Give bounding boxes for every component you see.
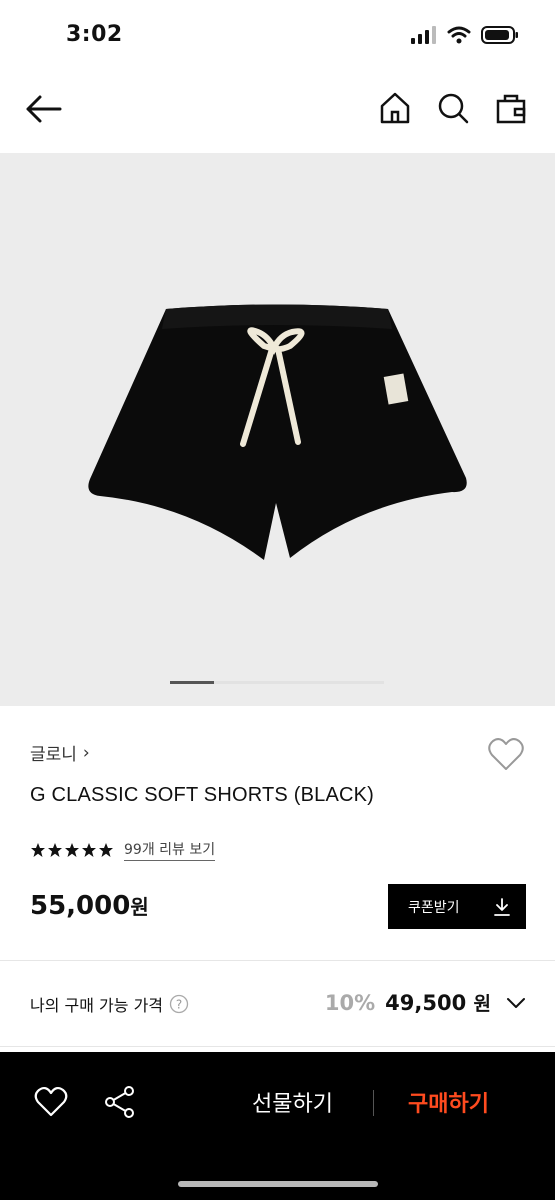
bottom-wishlist-button[interactable]	[34, 1086, 68, 1118]
bottom-action-bar: 선물하기 구매하기	[0, 1052, 555, 1200]
coupon-button[interactable]: 쿠폰받기	[388, 884, 526, 929]
heart-icon	[488, 738, 524, 770]
battery-icon	[481, 26, 518, 44]
divider	[0, 960, 555, 961]
download-icon	[494, 897, 510, 916]
search-icon	[438, 93, 469, 124]
my-price-label: 나의 구매 가능 가격	[30, 996, 164, 1015]
price-value: 55,000	[30, 891, 131, 921]
carousel-indicator-active	[170, 681, 214, 684]
arrow-left-icon	[26, 95, 62, 123]
coupon-label: 쿠폰받기	[408, 899, 460, 916]
product-price: 55,000원	[30, 891, 149, 921]
shopping-bag-icon	[496, 94, 526, 124]
bottom-separator	[373, 1090, 374, 1116]
chevron-right-icon: ›	[82, 742, 90, 763]
shopping-bag-button[interactable]	[493, 90, 529, 126]
my-price-label-group: 나의 구매 가능 가격 ?	[30, 992, 189, 1016]
wifi-icon	[447, 26, 471, 44]
brand-link[interactable]: 글로니 ›	[30, 740, 90, 766]
nav-actions	[377, 90, 529, 126]
status-icons	[411, 26, 519, 44]
divider	[0, 1046, 555, 1047]
heart-icon	[34, 1086, 68, 1117]
gift-button[interactable]: 선물하기	[252, 1086, 333, 1118]
star-icon	[48, 843, 62, 857]
status-time: 3:02	[66, 22, 123, 47]
star-icon	[65, 843, 79, 857]
rating-stars	[30, 842, 114, 858]
share-icon	[105, 1086, 134, 1118]
my-price-row[interactable]: 나의 구매 가능 가격 ? 10% 49,500 원	[0, 962, 555, 1046]
home-icon	[380, 92, 410, 124]
product-image[interactable]	[0, 153, 555, 706]
rating-row: 99개 리뷰 보기	[30, 839, 216, 861]
buy-button[interactable]: 구매하기	[408, 1086, 489, 1118]
my-price-values: 10% 49,500 원	[325, 989, 527, 1016]
star-icon	[99, 843, 113, 857]
home-indicator[interactable]	[178, 1181, 378, 1187]
status-bar: 3:02	[0, 0, 555, 70]
star-icon	[82, 843, 96, 857]
top-navigation	[0, 78, 555, 142]
home-button[interactable]	[377, 90, 413, 126]
signal-icon	[411, 26, 436, 44]
help-glyph: ?	[176, 998, 182, 1012]
product-name: G CLASSIC SOFT SHORTS (BLACK)	[30, 784, 375, 806]
review-link[interactable]: 99개 리뷰 보기	[124, 839, 216, 861]
search-button[interactable]	[435, 90, 471, 126]
carousel-indicator	[170, 681, 384, 684]
wishlist-button[interactable]	[487, 736, 525, 772]
my-price-number: 49,500	[385, 991, 467, 1015]
shorts-image	[88, 304, 467, 560]
question-icon[interactable]: ?	[169, 994, 189, 1014]
chevron-down-icon	[507, 997, 525, 1008]
star-icon	[31, 843, 45, 857]
discount-rate: 10%	[324, 990, 376, 1015]
my-price-value: 49,500 원	[385, 989, 491, 1016]
back-button[interactable]	[24, 92, 64, 126]
my-price-unit: 원	[473, 993, 491, 1015]
price-unit: 원	[130, 895, 149, 919]
share-button[interactable]	[104, 1085, 136, 1119]
brand-name: 글로니	[30, 745, 77, 765]
